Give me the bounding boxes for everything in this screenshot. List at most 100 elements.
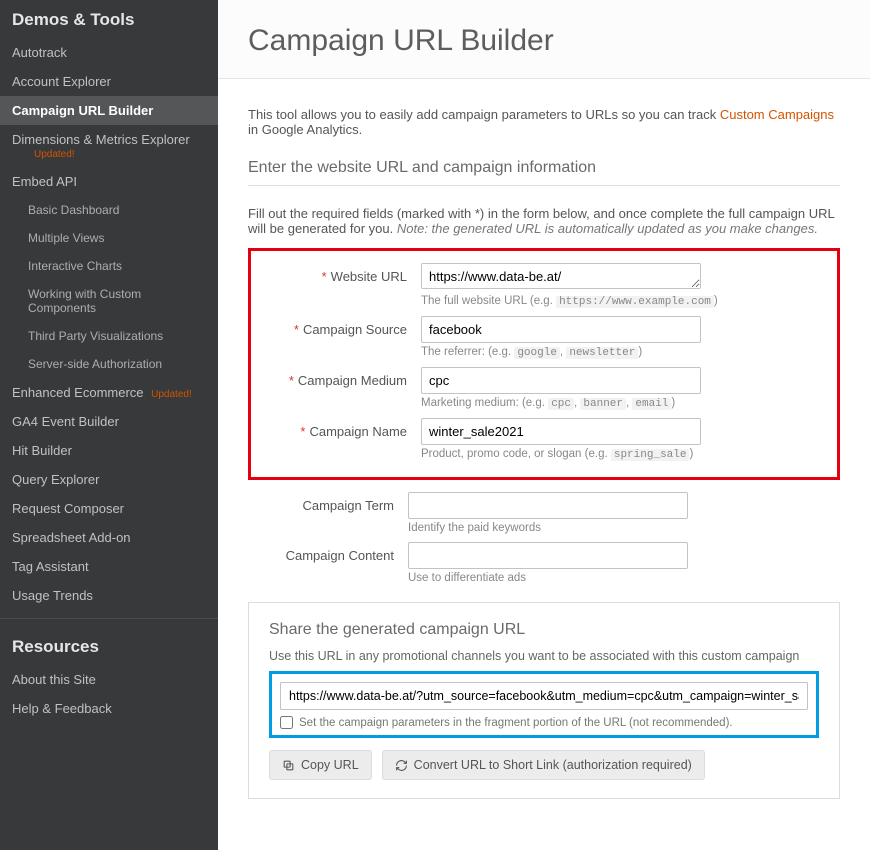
hint-code: google xyxy=(514,347,560,359)
sidebar-item-embed-api[interactable]: Embed API xyxy=(0,167,218,196)
hint-code: banner xyxy=(580,398,626,410)
hint-code: spring_sale xyxy=(611,449,690,461)
sidebar-item-label: Basic Dashboard xyxy=(28,203,119,217)
sidebar-item-label: Interactive Charts xyxy=(28,259,122,273)
campaign-source-input[interactable] xyxy=(421,316,701,343)
fragment-checkbox[interactable] xyxy=(280,716,293,729)
sidebar-item-multiple-views[interactable]: Multiple Views xyxy=(0,224,218,252)
sidebar-item-label: Usage Trends xyxy=(12,588,93,603)
sidebar-item-server-auth[interactable]: Server-side Authorization xyxy=(0,350,218,378)
row-campaign-content: Campaign Content Use to differentiate ad… xyxy=(248,542,840,584)
hint-code: cpc xyxy=(548,398,574,410)
instructions: Fill out the required fields (marked wit… xyxy=(248,206,840,236)
sidebar-separator xyxy=(0,618,218,619)
page-title: Campaign URL Builder xyxy=(248,24,840,58)
field-label: Campaign Name xyxy=(309,424,407,439)
updated-badge: Updated! xyxy=(151,389,192,400)
label-campaign-medium: * Campaign Medium xyxy=(261,367,421,388)
sidebar-item-query-explorer[interactable]: Query Explorer xyxy=(0,465,218,494)
custom-campaigns-link[interactable]: Custom Campaigns xyxy=(720,107,834,122)
sidebar-item-ga4-event-builder[interactable]: GA4 Event Builder xyxy=(0,407,218,436)
sidebar-item-label: Third Party Visualizations xyxy=(28,329,163,343)
fragment-option[interactable]: Set the campaign parameters in the fragm… xyxy=(280,716,808,729)
sidebar-item-label: Multiple Views xyxy=(28,231,104,245)
sidebar-item-label: Working with Custom Components xyxy=(28,287,141,315)
generated-url-input[interactable] xyxy=(280,682,808,710)
hint-code: newsletter xyxy=(566,347,638,359)
hint-campaign-name: Product, promo code, or slogan (e.g. spr… xyxy=(421,448,827,461)
sidebar-item-label: Enhanced Ecommerce xyxy=(12,385,144,400)
sidebar-item-label: About this Site xyxy=(12,672,96,687)
intro-text: This tool allows you to easily add campa… xyxy=(248,107,840,137)
sidebar-item-label: Request Composer xyxy=(12,501,124,516)
sidebar-item-label: Account Explorer xyxy=(12,74,111,89)
sidebar-item-dimensions-metrics[interactable]: Dimensions & Metrics Explorer Updated! xyxy=(0,125,218,167)
sidebar-item-about[interactable]: About this Site xyxy=(0,665,218,694)
label-campaign-name: *Campaign Name xyxy=(261,418,421,439)
row-campaign-name: *Campaign Name Product, promo code, or s… xyxy=(261,418,827,461)
sidebar-item-tag-assistant[interactable]: Tag Assistant xyxy=(0,552,218,581)
page-header: Campaign URL Builder xyxy=(218,0,870,79)
campaign-content-input[interactable] xyxy=(408,542,688,569)
sidebar-heading-resources: Resources xyxy=(0,627,218,665)
campaign-medium-input[interactable] xyxy=(421,367,701,394)
sidebar-item-account-explorer[interactable]: Account Explorer xyxy=(0,67,218,96)
convert-short-link-button[interactable]: Convert URL to Short Link (authorization… xyxy=(382,750,705,780)
sidebar-item-interactive-charts[interactable]: Interactive Charts xyxy=(0,252,218,280)
sidebar-item-help-feedback[interactable]: Help & Feedback xyxy=(0,694,218,723)
fragment-label: Set the campaign parameters in the fragm… xyxy=(299,717,733,729)
share-subtitle: Use this URL in any promotional channels… xyxy=(269,649,819,663)
sidebar-item-hit-builder[interactable]: Hit Builder xyxy=(0,436,218,465)
share-box: Share the generated campaign URL Use thi… xyxy=(248,602,840,799)
field-label: Campaign Term xyxy=(302,498,394,513)
required-star: * xyxy=(294,322,299,337)
hint-campaign-content: Use to differentiate ads xyxy=(408,572,840,584)
field-label: Campaign Medium xyxy=(298,373,407,388)
row-website-url: *Website URL https://www.data-be.at/ The… xyxy=(261,263,827,308)
sidebar-item-label: GA4 Event Builder xyxy=(12,414,119,429)
generated-url-highlight: Set the campaign parameters in the fragm… xyxy=(269,671,819,738)
hint-code: email xyxy=(632,398,671,410)
sidebar-item-basic-dashboard[interactable]: Basic Dashboard xyxy=(0,196,218,224)
sidebar-item-label: Query Explorer xyxy=(12,472,99,487)
sidebar-item-third-party-viz[interactable]: Third Party Visualizations xyxy=(0,322,218,350)
main: Campaign URL Builder This tool allows yo… xyxy=(218,0,870,850)
hint-campaign-medium: Marketing medium: (e.g. cpc, banner, ema… xyxy=(421,397,827,410)
hint-code: https://www.example.com xyxy=(556,296,714,308)
label-campaign-term: Campaign Term xyxy=(248,492,408,513)
label-campaign-content: Campaign Content xyxy=(248,542,408,563)
sidebar: Demos & Tools Autotrack Account Explorer… xyxy=(0,0,218,850)
campaign-name-input[interactable] xyxy=(421,418,701,445)
row-campaign-term: Campaign Term Identify the paid keywords xyxy=(248,492,840,534)
sidebar-item-usage-trends[interactable]: Usage Trends xyxy=(0,581,218,610)
sidebar-heading-demos: Demos & Tools xyxy=(0,0,218,38)
updated-badge: Updated! xyxy=(16,149,206,160)
required-fields-highlight: *Website URL https://www.data-be.at/ The… xyxy=(248,248,840,480)
sidebar-item-label: Campaign URL Builder xyxy=(12,103,153,118)
intro-pre: This tool allows you to easily add campa… xyxy=(248,107,720,122)
sidebar-item-custom-components[interactable]: Working with Custom Components xyxy=(0,280,218,322)
sidebar-item-enhanced-ecommerce[interactable]: Enhanced Ecommerce Updated! xyxy=(0,378,218,407)
sidebar-item-request-composer[interactable]: Request Composer xyxy=(0,494,218,523)
sidebar-item-autotrack[interactable]: Autotrack xyxy=(0,38,218,67)
button-label: Convert URL to Short Link (authorization… xyxy=(414,758,692,772)
website-url-input[interactable]: https://www.data-be.at/ xyxy=(421,263,701,289)
sidebar-item-label: Help & Feedback xyxy=(12,701,112,716)
copy-url-button[interactable]: Copy URL xyxy=(269,750,372,780)
intro-post: in Google Analytics. xyxy=(248,122,362,137)
sidebar-item-label: Spreadsheet Add-on xyxy=(12,530,131,545)
field-label: Campaign Content xyxy=(286,548,394,563)
instructions-note: Note: the generated URL is automatically… xyxy=(397,221,818,236)
section-title: Enter the website URL and campaign infor… xyxy=(248,159,840,186)
sidebar-item-label: Embed API xyxy=(12,174,77,189)
campaign-term-input[interactable] xyxy=(408,492,688,519)
sidebar-item-label: Hit Builder xyxy=(12,443,72,458)
sidebar-item-campaign-url-builder[interactable]: Campaign URL Builder xyxy=(0,96,218,125)
required-star: * xyxy=(289,373,294,388)
sidebar-item-label: Server-side Authorization xyxy=(28,357,162,371)
sidebar-item-label: Tag Assistant xyxy=(12,559,89,574)
label-campaign-source: *Campaign Source xyxy=(261,316,421,337)
refresh-icon xyxy=(395,759,408,772)
sidebar-item-spreadsheet-addon[interactable]: Spreadsheet Add-on xyxy=(0,523,218,552)
hint-campaign-source: The referrer: (e.g. google, newsletter) xyxy=(421,346,827,359)
